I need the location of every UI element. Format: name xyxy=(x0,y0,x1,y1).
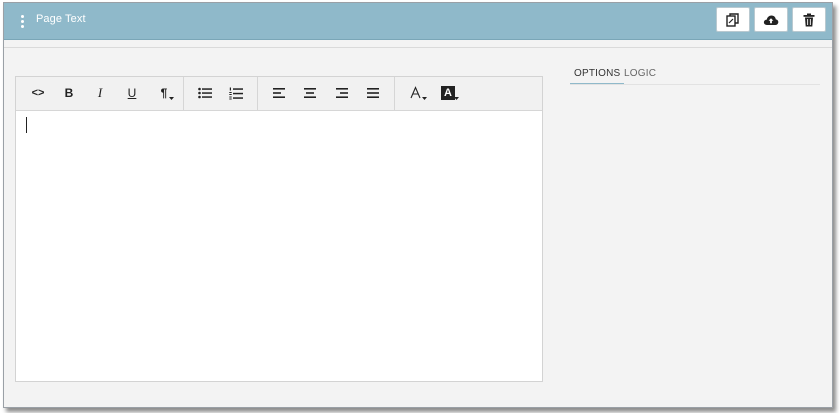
background-color-label: A xyxy=(444,87,452,99)
paragraph-button[interactable]: ¶ xyxy=(152,83,176,103)
align-justify-icon xyxy=(367,88,379,98)
dropdown-caret-icon xyxy=(454,97,459,100)
toolbar-separator xyxy=(257,77,258,110)
editor-content-area[interactable] xyxy=(16,111,542,381)
header-divider xyxy=(4,47,832,48)
settings-tabs: OPTIONS LOGIC xyxy=(570,68,820,85)
trash-icon xyxy=(803,13,815,26)
tab-options[interactable]: OPTIONS xyxy=(570,68,625,85)
page-text-panel: Page Text <> B I U ¶ A OPTIONS LOGIC xyxy=(3,2,833,408)
rich-text-editor: <> B I U ¶ A xyxy=(15,76,543,382)
numbered-list-icon xyxy=(229,87,243,99)
code-view-button[interactable]: <> xyxy=(26,83,50,103)
upload-button[interactable] xyxy=(754,7,788,32)
delete-button[interactable] xyxy=(792,7,826,32)
tabs-underline xyxy=(570,84,820,85)
underline-button[interactable]: U xyxy=(120,83,144,103)
bulleted-list-icon xyxy=(198,87,212,99)
code-view-label: <> xyxy=(31,87,45,99)
align-right-icon xyxy=(336,88,348,98)
cloud-upload-icon xyxy=(763,15,779,25)
background-color-swatch: A xyxy=(441,86,455,100)
paragraph-label: ¶ xyxy=(160,86,168,100)
align-left-button[interactable] xyxy=(267,83,291,103)
font-color-icon xyxy=(410,86,421,99)
align-center-button[interactable] xyxy=(298,83,322,103)
dropdown-caret-icon xyxy=(169,97,174,100)
toolbar-separator xyxy=(183,77,184,110)
text-cursor xyxy=(26,117,27,133)
tab-logic[interactable]: LOGIC xyxy=(624,68,656,83)
editor-toolbar: <> B I U ¶ A xyxy=(16,77,542,111)
align-right-button[interactable] xyxy=(330,83,354,103)
align-left-icon xyxy=(273,88,285,98)
font-color-button[interactable] xyxy=(404,83,428,103)
numbered-list-button[interactable] xyxy=(224,83,248,103)
panel-title: Page Text xyxy=(36,13,86,25)
copy-button[interactable] xyxy=(716,7,750,32)
dropdown-caret-icon xyxy=(422,97,427,100)
underline-label: U xyxy=(127,86,137,100)
toolbar-separator xyxy=(394,77,395,110)
bold-label: B xyxy=(64,86,74,100)
panel-header: Page Text xyxy=(4,3,832,40)
bulleted-list-button[interactable] xyxy=(193,83,217,103)
align-justify-button[interactable] xyxy=(361,83,385,103)
copy-icon xyxy=(726,12,739,27)
kebab-menu-icon[interactable] xyxy=(17,12,27,30)
align-center-icon xyxy=(304,88,316,98)
italic-button[interactable]: I xyxy=(88,83,112,103)
italic-label: I xyxy=(97,85,103,100)
bold-button[interactable]: B xyxy=(57,83,81,103)
background-color-button[interactable]: A xyxy=(436,83,460,103)
